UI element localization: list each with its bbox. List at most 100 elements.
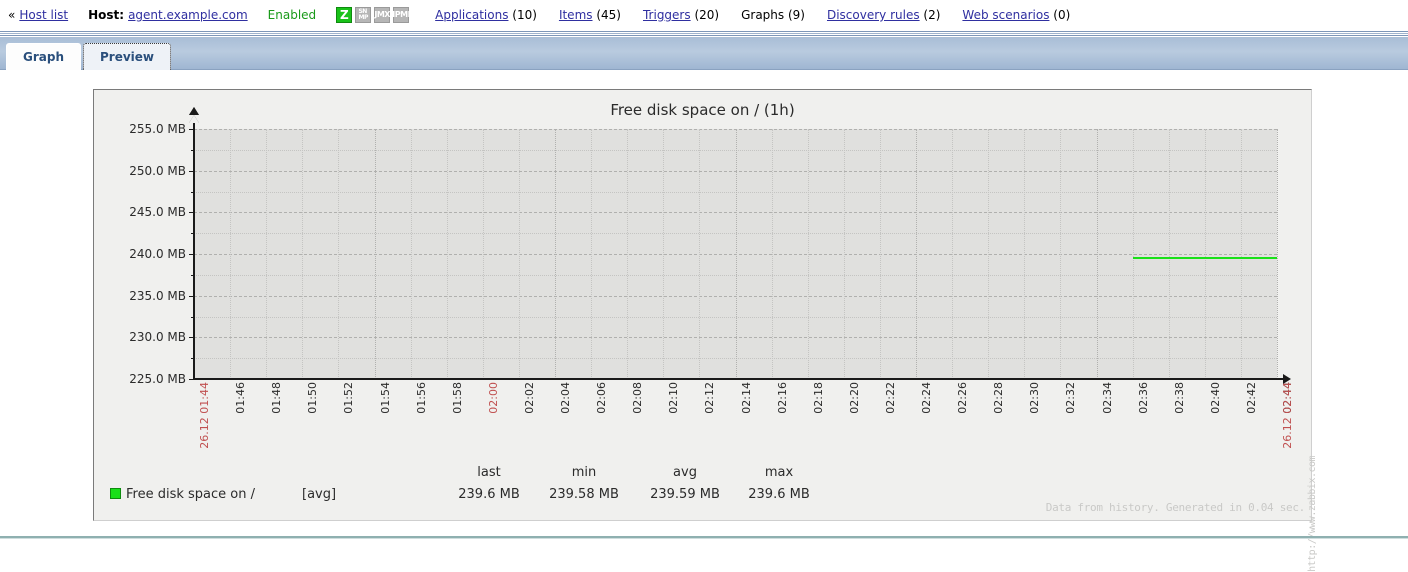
gridline-vertical xyxy=(410,129,412,379)
gridline-vertical xyxy=(735,129,737,379)
legend-header-last: last xyxy=(477,465,501,480)
gridline-vertical xyxy=(555,129,556,379)
nav-applications[interactable]: Applications (10) xyxy=(435,8,537,22)
y-axis-tick-minor xyxy=(191,316,195,318)
x-axis-label: 26.12 01:44 xyxy=(198,382,211,449)
x-axis-label: 02:32 xyxy=(1064,382,1078,414)
gridline-vertical xyxy=(266,129,268,379)
gridline-vertical xyxy=(1060,129,1062,379)
x-axis-label: 01:48 xyxy=(270,382,284,414)
y-axis-label: 230.0 MB xyxy=(129,330,186,345)
gridline-vertical xyxy=(771,129,773,379)
legend-item-name: Free disk space on / xyxy=(126,487,255,502)
x-axis-label: 01:50 xyxy=(306,382,320,414)
snmp-icon[interactable]: SN MP xyxy=(355,7,372,23)
gridline-vertical xyxy=(1096,129,1098,379)
y-axis-tick-minor xyxy=(191,149,195,151)
header-divider xyxy=(0,30,1408,37)
x-axis-label: 02:04 xyxy=(559,382,572,414)
x-axis-label: 02:28 xyxy=(992,382,1006,414)
nav-triggers[interactable]: Triggers (20) xyxy=(643,8,719,22)
gridline-vertical xyxy=(1240,129,1242,379)
gridline-vertical xyxy=(230,129,232,379)
x-axis-label: 02:00 xyxy=(486,382,500,414)
gridline-vertical xyxy=(518,129,520,379)
x-axis-label: 02:20 xyxy=(847,382,861,414)
gridline-vertical xyxy=(663,129,665,379)
graph-title: Free disk space on / (1h) xyxy=(610,101,795,119)
graph-panel: Free disk space on / (1h) 255.0 MB 250.0 … xyxy=(93,89,1318,572)
host-list-link[interactable]: Host list xyxy=(19,8,68,22)
gridline-vertical xyxy=(988,129,990,379)
nav-graphs: Graphs (9) xyxy=(741,8,805,22)
nav-web-scenarios[interactable]: Web scenarios (0) xyxy=(962,8,1070,22)
y-axis-tick xyxy=(189,254,195,255)
y-axis-tick xyxy=(189,379,195,380)
legend-item: Free disk space on / xyxy=(110,487,255,502)
y-axis-label: 235.0 MB xyxy=(129,288,186,303)
gridline-vertical xyxy=(807,129,809,379)
plot-area[interactable] xyxy=(194,129,1278,380)
y-axis-tick xyxy=(189,170,195,172)
y-axis-label: 250.0 MB xyxy=(129,163,186,178)
gridline-vertical xyxy=(627,129,629,379)
y-axis-tick-minor xyxy=(191,274,195,276)
gridline-vertical xyxy=(1204,129,1206,379)
nav-items[interactable]: Items (45) xyxy=(559,8,621,22)
host-status-badge[interactable]: Enabled xyxy=(268,8,317,22)
gridline-vertical xyxy=(1132,129,1134,379)
y-axis-tick xyxy=(189,337,195,339)
legend-header-max: max xyxy=(764,465,794,480)
y-axis-label: 240.0 MB xyxy=(129,247,186,261)
legend-value-last: 239.6 MB xyxy=(458,487,520,502)
ipmi-icon[interactable]: IPMI xyxy=(392,7,411,23)
host-name-link[interactable]: agent.example.com xyxy=(128,8,248,22)
gridline-vertical xyxy=(446,129,448,379)
legend-color-swatch xyxy=(110,488,121,499)
x-axis-label: 02:12 xyxy=(703,382,717,414)
page-bottom-rule-shadow xyxy=(0,538,1408,539)
legend-value-min: 239.58 MB xyxy=(549,487,619,502)
x-axis-label: 02:18 xyxy=(811,382,825,414)
tab-preview[interactable]: Preview xyxy=(83,43,172,70)
y-axis-label: 225.0 MB xyxy=(129,372,186,386)
gridline-vertical xyxy=(302,129,304,379)
gridline-vertical xyxy=(591,129,593,379)
y-axis-tick-minor xyxy=(191,233,195,235)
tab-graph[interactable]: Graph xyxy=(6,43,81,70)
gridline-vertical xyxy=(338,129,340,379)
x-axis-label: 02:22 xyxy=(883,382,897,414)
tab-strip: Graph Preview xyxy=(0,37,1408,70)
zabbix-watermark: http://www.zabbix.com xyxy=(1307,455,1318,572)
x-axis-label: 02:42 xyxy=(1244,382,1258,414)
x-axis-label: 02:06 xyxy=(595,382,609,414)
gridline-vertical xyxy=(482,129,484,379)
gridline-vertical xyxy=(916,129,917,379)
jmx-icon[interactable]: JMX xyxy=(374,7,390,23)
x-axis-label: 01:52 xyxy=(342,382,356,414)
x-axis-label: 02:34 xyxy=(1100,382,1114,414)
x-axis-label: 01:54 xyxy=(378,382,392,414)
gridline-vertical xyxy=(374,129,376,379)
zabbix-agent-icon[interactable]: Z xyxy=(336,7,353,23)
x-axis-label: 02:08 xyxy=(631,382,645,414)
x-axis-line xyxy=(193,378,1283,380)
y-axis-tick xyxy=(189,212,195,214)
y-axis-tick-minor xyxy=(191,191,195,193)
legend-value-max: 239.6 MB xyxy=(748,487,810,502)
host-nav-links: Applications (10) Items (45) Triggers (2… xyxy=(435,8,1070,22)
graph-footer-note: Data from history. Generated in 0.04 sec… xyxy=(1045,501,1306,514)
gridline-vertical xyxy=(843,129,845,379)
x-axis-label: 02:16 xyxy=(775,382,789,414)
legend-header-min: min xyxy=(571,465,597,480)
back-chevron-icon: « xyxy=(8,8,16,22)
nav-discovery-rules[interactable]: Discovery rules (2) xyxy=(827,8,940,22)
y-axis-line xyxy=(193,122,195,380)
y-axis-tick xyxy=(189,295,195,297)
gridline-vertical xyxy=(1024,129,1026,379)
gridline-vertical xyxy=(952,129,954,379)
x-axis-label: 01:56 xyxy=(414,382,428,414)
y-axis-label: 245.0 MB xyxy=(129,205,186,220)
x-axis-label: 02:02 xyxy=(522,382,536,414)
gridline-vertical xyxy=(1277,129,1278,379)
